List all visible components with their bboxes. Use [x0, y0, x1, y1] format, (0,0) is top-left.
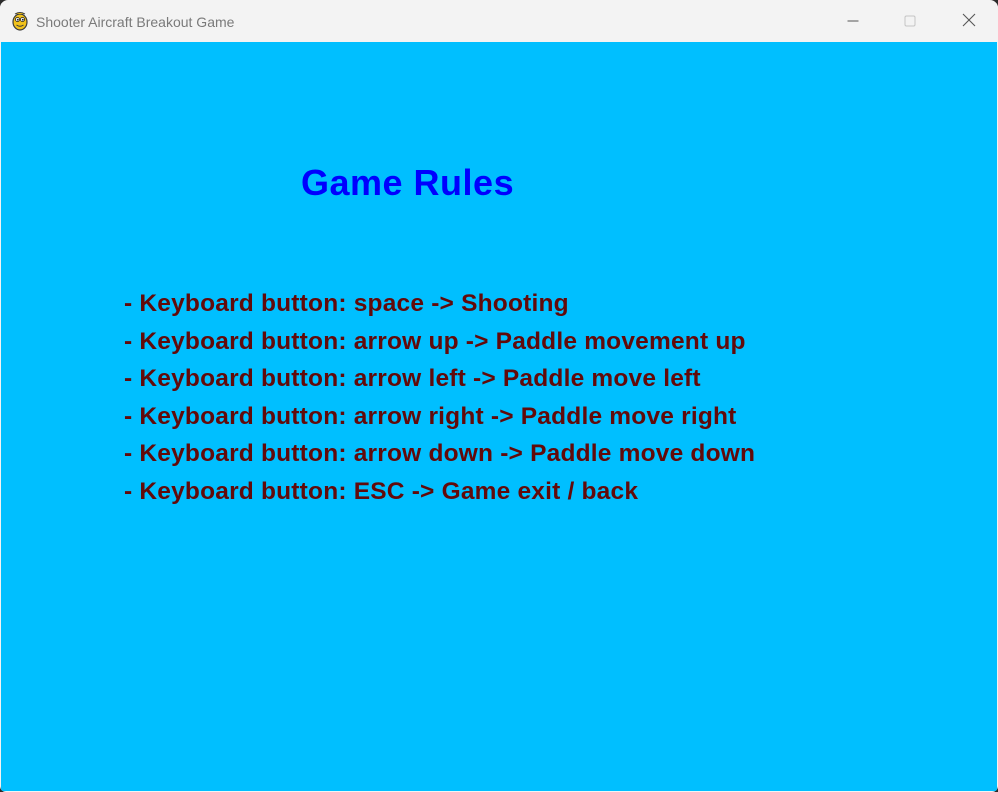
rule-arrow-right: - Keyboard button: arrow right -> Paddle… [124, 402, 737, 430]
close-button[interactable] [946, 3, 992, 42]
game-canvas[interactable]: Game Rules - Keyboard button: space -> S… [1, 42, 997, 791]
minimize-button[interactable] [830, 3, 876, 42]
rule-arrow-up: - Keyboard button: arrow up -> Paddle mo… [124, 327, 746, 355]
pygame-snake-icon [11, 11, 29, 31]
rule-arrow-down: - Keyboard button: arrow down -> Paddle … [124, 440, 756, 467]
rule-space-shooting: - Keyboard button: space -> Shooting [124, 290, 569, 317]
rule-esc-exit: - Keyboard button: ESC -> Game exit / ba… [124, 477, 639, 505]
window-title: Shooter Aircraft Breakout Game [36, 14, 235, 30]
rule-arrow-left: - Keyboard button: arrow left -> Paddle … [124, 365, 701, 392]
rules-list: - Keyboard button: space -> Shooting - K… [124, 285, 755, 510]
minimize-icon [847, 14, 859, 32]
title-bar[interactable]: Shooter Aircraft Breakout Game [0, 3, 998, 42]
app-window: Shooter Aircraft Breakout Game Game Rule… [0, 0, 998, 792]
maximize-icon [904, 14, 916, 32]
game-rules-heading: Game Rules [301, 162, 515, 203]
close-icon [962, 13, 976, 32]
maximize-button[interactable] [887, 3, 933, 42]
